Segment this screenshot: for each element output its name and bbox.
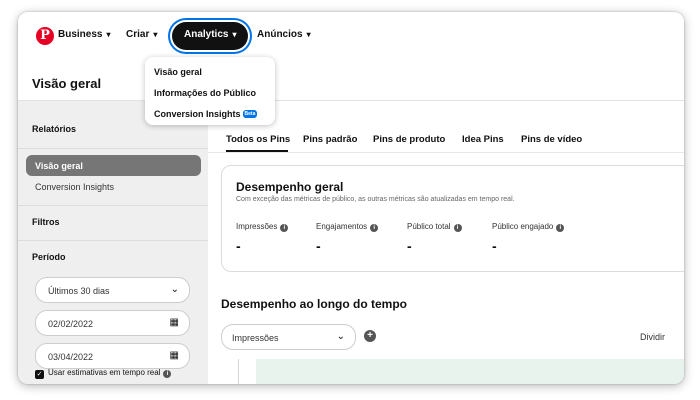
- sidebar-item-conversion-insights[interactable]: Conversion Insights: [35, 182, 114, 192]
- tab-idea-pins[interactable]: Idea Pins: [462, 134, 504, 145]
- realtime-checkbox-row[interactable]: ✓ Usar estimativas em tempo real i: [35, 368, 172, 379]
- chevron-down-icon: ▾: [153, 30, 158, 39]
- checkbox-checked-icon[interactable]: ✓: [35, 370, 44, 379]
- metric-impressoes-value: -: [236, 238, 241, 254]
- period-select[interactable]: Últimos 30 dias ⌄: [35, 277, 190, 303]
- plus-circle-icon[interactable]: +: [364, 330, 376, 342]
- app-window: P Business ▾ Criar ▾ Analytics ▾ Anúncios ▾ …: [18, 12, 684, 384]
- sidebar-item-visao-geral[interactable]: Visão geral: [26, 155, 201, 176]
- metric-publico-engajado-label: Público engajado i: [492, 222, 565, 232]
- nav-anuncios-label: Anúncios: [257, 29, 303, 40]
- tab-todos-os-pins[interactable]: Todos os Pins: [226, 134, 290, 145]
- nav-criar-label: Criar: [126, 29, 150, 40]
- divider: [208, 152, 684, 153]
- overview-card-title: Desempenho geral: [236, 180, 344, 194]
- overview-card: Desempenho geral Com exceção das métrica…: [221, 165, 684, 272]
- calendar-icon[interactable]: ▦: [170, 317, 179, 328]
- sidebar-heading-filtros: Filtros: [32, 217, 60, 227]
- tab-pins-de-produto[interactable]: Pins de produto: [373, 134, 445, 145]
- nav-business-menu[interactable]: Business ▾: [58, 29, 110, 40]
- chart-area: [256, 359, 684, 384]
- end-date-field[interactable]: 03/04/2022 ▦: [35, 343, 190, 369]
- start-date-field[interactable]: 02/02/2022 ▦: [35, 310, 190, 336]
- metric-engajamentos-label: Engajamentos i: [316, 222, 379, 232]
- sidebar-heading-relatorios: Relatórios: [32, 124, 77, 134]
- chart-axis: [238, 359, 239, 384]
- period-select-value: Últimos 30 dias: [48, 286, 110, 296]
- calendar-icon[interactable]: ▦: [170, 350, 179, 361]
- performance-section-title: Desempenho ao longo do tempo: [221, 297, 408, 311]
- nav-analytics-label: Analytics: [184, 29, 229, 40]
- sidebar: [18, 101, 208, 384]
- realtime-checkbox-label: Usar estimativas em tempo real: [48, 368, 161, 377]
- tab-pins-padrao[interactable]: Pins padrão: [303, 134, 357, 145]
- analytics-dropdown-menu: Visão geral Informações do Público Conve…: [145, 57, 275, 125]
- top-nav: P Business ▾ Criar ▾ Analytics ▾ Anúncios ▾: [18, 12, 684, 62]
- chevron-down-icon: ⌄: [336, 331, 345, 342]
- divider: [18, 240, 208, 241]
- metric-impressoes-label: Impressões i: [236, 222, 289, 232]
- chevron-down-icon: ▾: [232, 30, 237, 39]
- info-icon[interactable]: i: [453, 224, 462, 232]
- info-icon[interactable]: i: [370, 224, 379, 232]
- overview-card-subtitle: Com exceção das métricas de público, as …: [236, 196, 515, 203]
- nav-criar-menu[interactable]: Criar ▾: [126, 29, 157, 40]
- info-icon[interactable]: i: [556, 224, 565, 232]
- metric-publico-total-label: Público total i: [407, 222, 462, 232]
- menu-item-conversion-insights[interactable]: Conversion Insights Beta: [154, 109, 258, 119]
- divider: [18, 148, 208, 149]
- chevron-down-icon: ▾: [306, 30, 311, 39]
- divider: [18, 205, 208, 206]
- chevron-down-icon: ⌄: [170, 284, 179, 295]
- beta-badge: Beta: [242, 110, 258, 118]
- metric-publico-total-value: -: [407, 238, 412, 254]
- split-by-label[interactable]: Dividir: [640, 332, 665, 342]
- info-icon[interactable]: i: [163, 370, 172, 378]
- page-title: Visão geral: [32, 76, 102, 91]
- nav-anuncios-menu[interactable]: Anúncios ▾: [257, 29, 311, 40]
- active-tab-indicator: [226, 150, 288, 152]
- tab-pins-de-video[interactable]: Pins de vídeo: [521, 134, 582, 145]
- info-icon[interactable]: i: [280, 224, 289, 232]
- nav-business-label: Business: [58, 29, 103, 40]
- nav-analytics-menu[interactable]: Analytics ▾: [172, 22, 249, 50]
- menu-item-conversion-insights-label: Conversion Insights: [154, 109, 241, 119]
- menu-item-informacoes-do-publico[interactable]: Informações do Público: [154, 88, 256, 98]
- end-date-value: 03/04/2022: [48, 352, 94, 362]
- menu-item-visao-geral[interactable]: Visão geral: [154, 67, 202, 77]
- sidebar-heading-periodo: Período: [32, 252, 66, 262]
- chevron-down-icon: ▾: [106, 30, 111, 39]
- metric-select-value: Impressões: [232, 333, 279, 343]
- pinterest-logo-icon[interactable]: P: [36, 27, 54, 45]
- metric-select[interactable]: Impressões ⌄: [221, 324, 356, 350]
- start-date-value: 02/02/2022: [48, 319, 94, 329]
- metric-engajamentos-value: -: [316, 238, 321, 254]
- metric-publico-engajado-value: -: [492, 238, 497, 254]
